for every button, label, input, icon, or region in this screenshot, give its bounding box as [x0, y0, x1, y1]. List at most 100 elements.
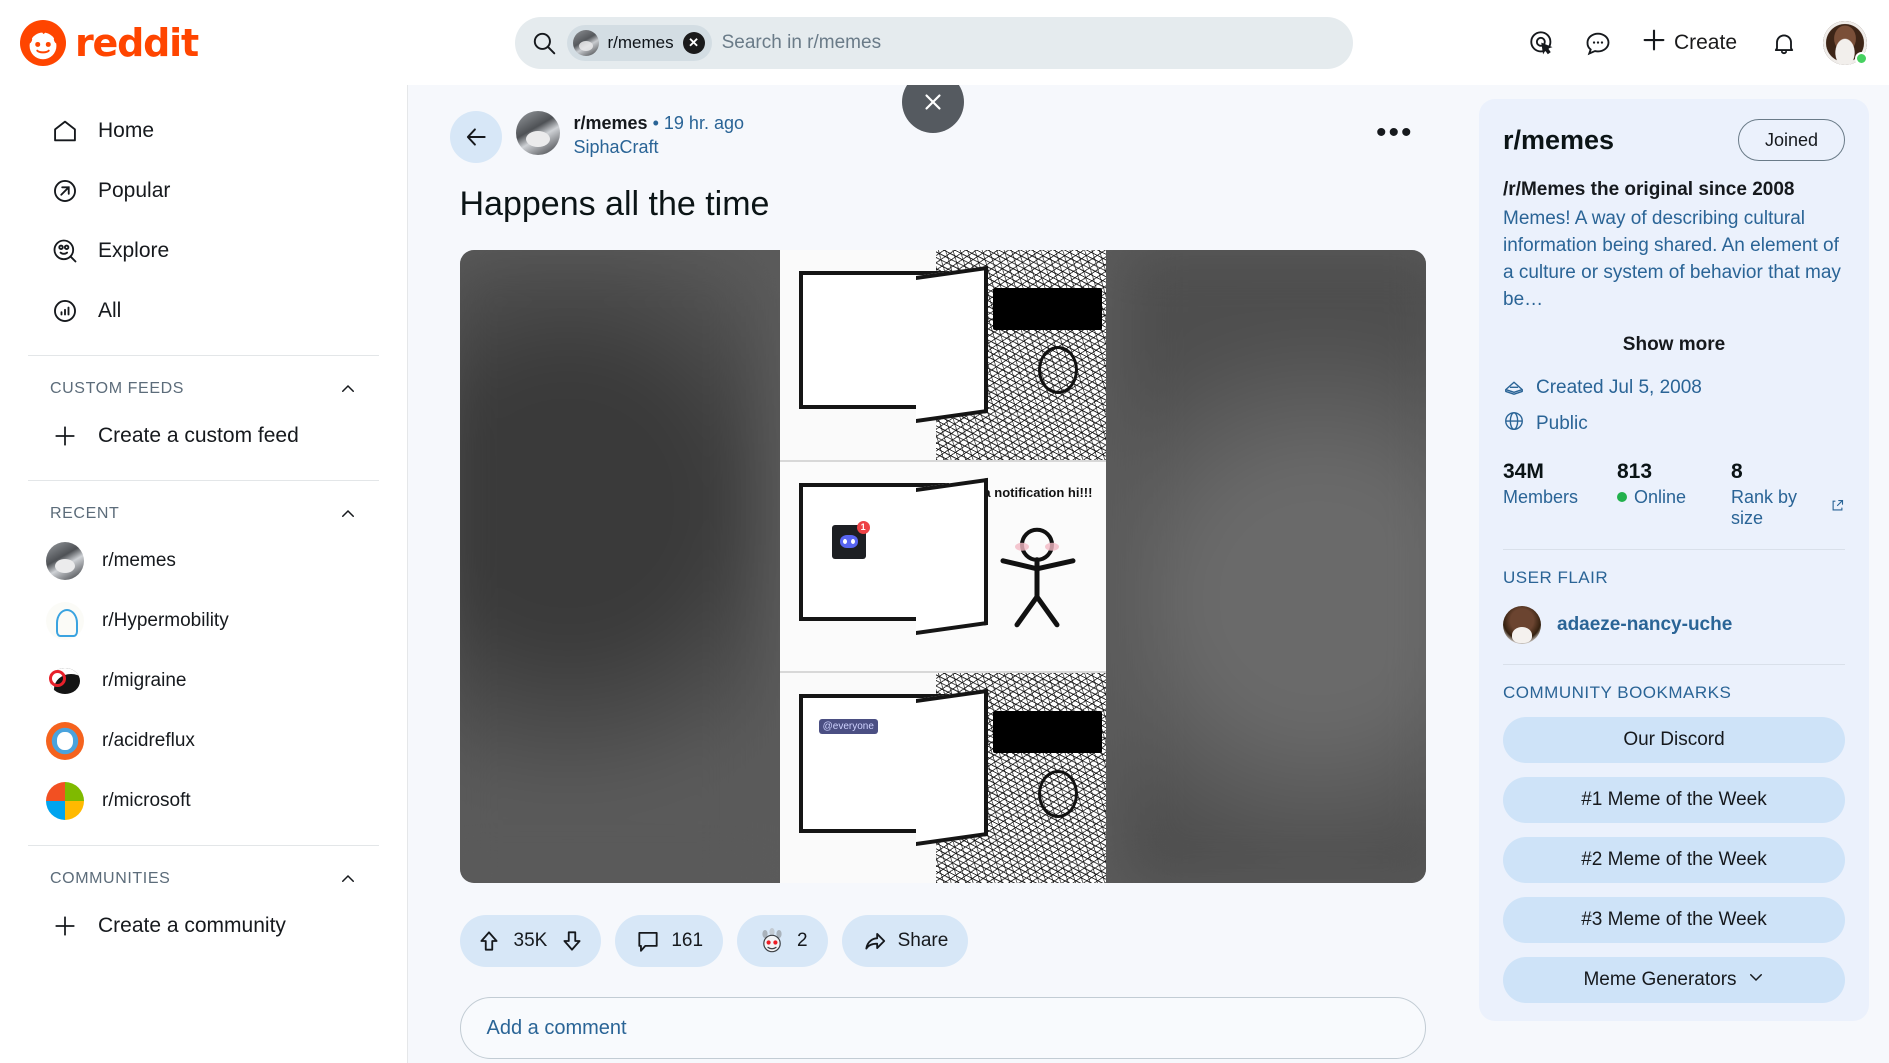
microsoft-logo-avatar — [46, 782, 84, 820]
downvote-icon[interactable] — [559, 928, 585, 954]
sidebar-item-all[interactable]: All — [24, 281, 383, 341]
post-more-options-button[interactable]: ••• — [1376, 118, 1414, 148]
bookmark-label: #2 Meme of the Week — [1581, 848, 1767, 870]
create-custom-feed-label: Create a custom feed — [98, 424, 299, 447]
notification-bell-icon[interactable] — [1759, 18, 1809, 68]
create-label: Create — [1673, 30, 1737, 54]
back-button[interactable] — [449, 111, 502, 163]
bookmark-meme-of-week-2[interactable]: #2 Meme of the Week — [1503, 836, 1845, 883]
reddit-logo[interactable]: reddit — [20, 19, 400, 66]
sidebar-divider-1 — [28, 355, 379, 356]
clear-scope-icon[interactable]: ✕ — [682, 31, 705, 54]
advertise-icon[interactable] — [1517, 18, 1567, 68]
sidebar-label: All — [98, 299, 122, 322]
media-blur-right — [1125, 250, 1426, 883]
share-button[interactable]: Share — [841, 915, 969, 967]
custom-feeds-header[interactable]: CUSTOM FEEDS — [28, 370, 379, 406]
comic-panel-3: @everyone — [779, 673, 1106, 883]
recent-label: r/acidreflux — [102, 730, 195, 751]
post-community-avatar[interactable] — [515, 111, 560, 155]
show-more-button[interactable]: Show more — [1503, 334, 1845, 356]
reddit-wordmark: reddit — [75, 20, 199, 65]
add-comment-placeholder: Add a comment — [486, 1016, 627, 1039]
sidebar-item-r-hypermobility[interactable]: r/Hypermobility — [24, 591, 383, 651]
globe-icon — [1503, 410, 1525, 438]
upvote-count: 35K — [513, 930, 548, 951]
censor-bar — [993, 287, 1102, 330]
sidebar-item-popular[interactable]: Popular — [24, 161, 383, 221]
awards-button[interactable]: 2 — [737, 915, 828, 967]
chevron-up-icon — [339, 505, 357, 523]
joined-button[interactable]: Joined — [1737, 119, 1845, 161]
bookmark-meme-of-week-3[interactable]: #3 Meme of the Week — [1503, 896, 1845, 943]
chip-community-avatar — [572, 29, 599, 56]
sidebar-item-r-migraine[interactable]: r/migraine — [24, 651, 383, 711]
bookmark-meme-of-week-1[interactable]: #1 Meme of the Week — [1503, 776, 1845, 823]
chevron-up-icon — [339, 870, 357, 888]
community-stats: 34M Members 813 Online 8 Rank by size — [1503, 460, 1845, 529]
bookmark-label: #1 Meme of the Week — [1581, 788, 1767, 810]
post-container: r/memes • 19 hr. ago SiphaCraft ••• Happ… — [449, 107, 1426, 1059]
create-custom-feed-button[interactable]: Create a custom feed — [24, 406, 383, 466]
cake-icon — [1503, 374, 1525, 402]
communities-header[interactable]: COMMUNITIES — [28, 860, 379, 896]
door-flap-shape — [916, 265, 989, 423]
award-count: 2 — [797, 930, 808, 951]
post-author[interactable]: SiphaCraft — [574, 137, 744, 158]
comic-panel-2: omg a notification hi!!! 1 — [779, 461, 1106, 674]
recent-header[interactable]: RECENT — [28, 495, 379, 531]
rank-label-row[interactable]: Rank by size — [1731, 487, 1845, 529]
sidebar-item-r-microsoft[interactable]: r/microsoft — [24, 771, 383, 831]
community-visibility-row: Public — [1503, 410, 1845, 438]
members-label: Members — [1503, 486, 1579, 507]
community-info-card: r/memes Joined /r/Memes the original sin… — [1479, 99, 1869, 1021]
post-meta: r/memes • 19 hr. ago SiphaCraft — [574, 111, 744, 158]
comments-button[interactable]: 161 — [615, 915, 724, 967]
external-link-icon — [1830, 497, 1845, 518]
search-area: r/memes ✕ — [400, 16, 1467, 69]
user-flair-row[interactable]: adaeze-nancy-uche — [1503, 605, 1845, 644]
top-header: reddit r/memes ✕ Search in r/memes Creat… — [0, 0, 1889, 85]
media-blur-left — [459, 250, 760, 883]
bookmark-our-discord[interactable]: Our Discord — [1503, 716, 1845, 763]
search-bar[interactable]: r/memes ✕ — [514, 16, 1353, 69]
sidebar-item-r-acidreflux[interactable]: r/acidreflux — [24, 711, 383, 771]
post-subreddit-line[interactable]: r/memes • 19 hr. ago — [574, 113, 744, 134]
sidebar-item-r-memes[interactable]: r/memes — [24, 531, 383, 591]
comment-icon — [635, 928, 661, 954]
recent-title: RECENT — [50, 505, 120, 522]
search-input[interactable] — [721, 31, 1337, 54]
plus-icon — [1639, 25, 1669, 60]
all-bars-icon — [50, 296, 80, 326]
community-card-header: r/memes Joined — [1503, 119, 1845, 161]
upvote-icon[interactable] — [476, 928, 502, 954]
create-community-button[interactable]: Create a community — [24, 896, 383, 956]
left-sidebar: Home Popular Explore All CUSTOM FEEDS Cr… — [0, 85, 408, 1063]
create-button[interactable]: Create — [1629, 19, 1753, 67]
share-icon — [862, 928, 888, 954]
home-icon — [50, 116, 80, 146]
vote-group[interactable]: 35K — [459, 915, 602, 967]
bookmark-meme-generators[interactable]: Meme Generators — [1503, 956, 1845, 1003]
door-flap-shape — [916, 689, 989, 847]
search-scope-chip[interactable]: r/memes ✕ — [566, 24, 712, 61]
add-comment-input[interactable]: Add a comment — [459, 997, 1426, 1059]
sidebar-label: Home — [98, 119, 155, 142]
online-dot-icon — [1617, 492, 1627, 503]
sidebar-item-home[interactable]: Home — [24, 101, 383, 161]
sidebar-label: Explore — [98, 239, 170, 262]
post-title: Happens all the time — [459, 185, 770, 223]
custom-feeds-title: CUSTOM FEEDS — [50, 380, 185, 397]
members-count: 34M — [1503, 459, 1544, 483]
post-media[interactable]: omg a notification hi!!! 1 @everyone — [459, 250, 1426, 883]
online-label: Online — [1634, 486, 1687, 507]
everyone-mention-tag: @everyone — [818, 719, 878, 735]
sidebar-item-explore[interactable]: Explore — [24, 221, 383, 281]
chat-icon[interactable] — [1573, 18, 1623, 68]
meta-separator: • — [652, 113, 659, 133]
bookmark-label: Our Discord — [1623, 728, 1725, 750]
chevron-up-icon — [339, 380, 357, 398]
community-created-row: Created Jul 5, 2008 — [1503, 374, 1845, 402]
user-avatar[interactable] — [1823, 20, 1868, 65]
bookmark-label: Meme Generators — [1583, 968, 1737, 990]
